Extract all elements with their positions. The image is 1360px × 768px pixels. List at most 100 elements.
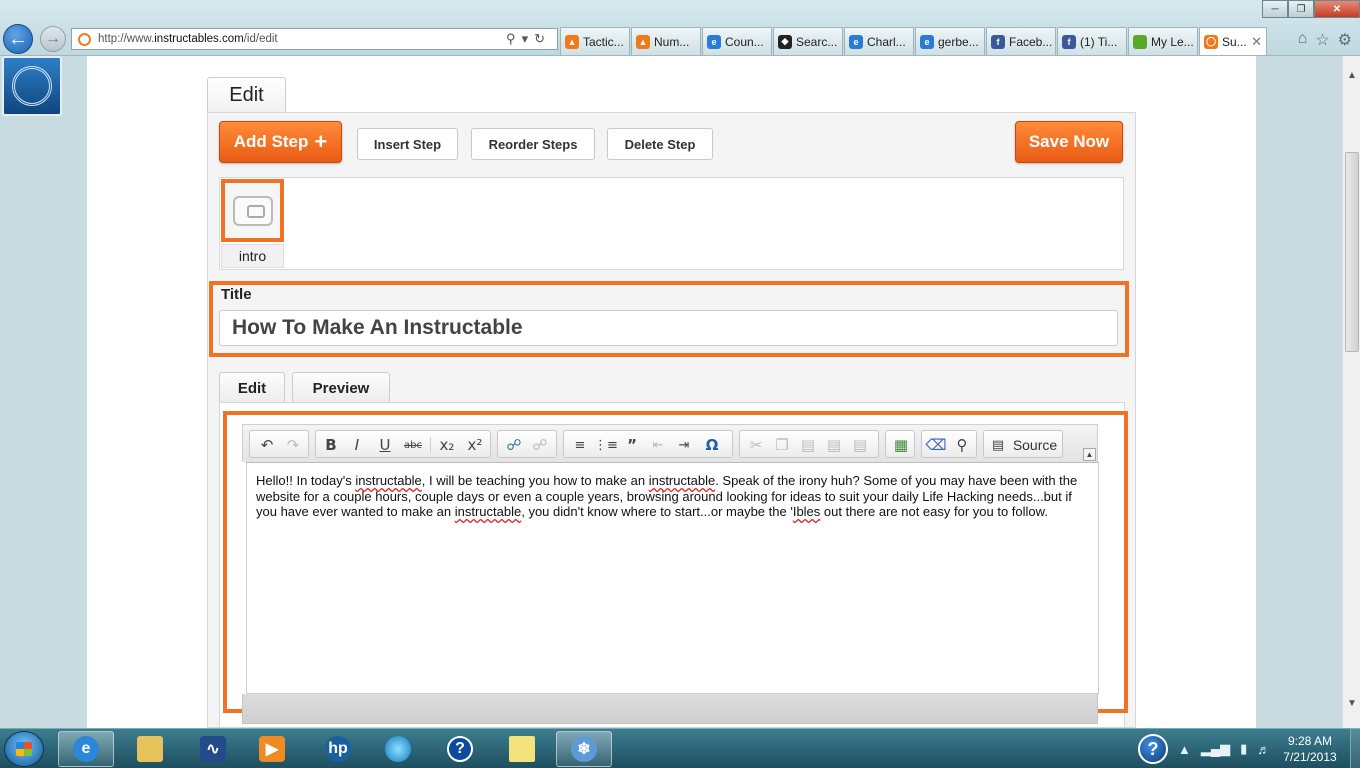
close-window-button[interactable]: ✕ (1314, 0, 1360, 18)
browser-tab[interactable]: ◆ Searc... (773, 27, 843, 55)
step-label-intro[interactable]: intro (221, 244, 284, 268)
tray-expand-icon[interactable]: ▲ (1178, 742, 1191, 757)
step-thumbnail-intro[interactable] (221, 179, 284, 242)
forward-button[interactable]: → (40, 26, 66, 52)
browser-tab[interactable]: ◯ Su... ✕ (1199, 27, 1267, 55)
browser-tab[interactable]: ▲ Tactic... (560, 27, 630, 55)
toolbar-group-tools: ⌫ ⚲ (921, 430, 977, 458)
scroll-down-icon[interactable]: ▼ (1347, 698, 1357, 709)
home-icon[interactable]: ⌂ (1298, 30, 1308, 50)
dropdown-icon[interactable]: ▾ (522, 31, 535, 46)
signal-icon[interactable]: ▂▄▆ (1201, 741, 1230, 757)
find-replace-icon[interactable]: ⚲ (952, 436, 972, 454)
fingerprint-icon (12, 66, 52, 106)
page-scrollbar[interactable]: ▲ ▼ (1342, 56, 1360, 728)
tab-edit[interactable]: Edit (219, 372, 285, 403)
browser-tab[interactable]: e Charl... (844, 27, 914, 55)
browser-tab[interactable]: e gerbe... (915, 27, 985, 55)
taskbar-snowflake[interactable]: ❄ (556, 731, 612, 767)
outdent-icon[interactable]: ⇤ (648, 436, 668, 454)
indent-icon[interactable]: ⇥ (674, 436, 694, 454)
taskbar-hp[interactable]: hp (310, 731, 366, 767)
copy-icon[interactable]: ❐ (772, 436, 792, 454)
taskbar-notes[interactable] (494, 731, 550, 767)
italic-icon[interactable]: I (348, 436, 366, 454)
search-icon[interactable]: ⚲ (506, 31, 522, 46)
redo-icon[interactable]: ↷ (284, 436, 302, 454)
top-edit-tab[interactable]: Edit (207, 77, 286, 113)
fingerprint-gadget[interactable] (2, 56, 62, 116)
close-tab-icon[interactable]: ✕ (1251, 34, 1262, 50)
scroll-thumb[interactable] (1345, 152, 1359, 352)
paste-text-icon[interactable]: ▤ (824, 436, 844, 454)
tray-help-icon[interactable]: ? (1138, 734, 1168, 764)
browser-toolbar-icons: ⌂ ☆ ⚙ (1298, 30, 1352, 50)
source-button[interactable]: ▤ Source (983, 430, 1063, 458)
reorder-steps-button[interactable]: Reorder Steps (471, 128, 595, 160)
start-button[interactable] (4, 731, 44, 767)
browser-tab[interactable]: My Le... (1128, 27, 1198, 55)
taskbar-ie[interactable]: e (58, 731, 114, 767)
taskbar-help[interactable]: ? (432, 731, 488, 767)
restore-button[interactable]: ❐ (1288, 0, 1314, 18)
taskbar-app-chart[interactable]: ∿ (185, 731, 241, 767)
add-step-label: Add Step (233, 132, 309, 151)
undo-icon[interactable]: ↶ (258, 436, 276, 454)
scroll-up-icon[interactable]: ▲ (1347, 70, 1357, 81)
browser-tab[interactable]: e Coun... (702, 27, 772, 55)
settings-gear-icon[interactable]: ⚙ (1338, 30, 1352, 50)
address-bar[interactable]: http://www.instructables.com/id/edit ⚲▾↻ (71, 28, 558, 50)
remove-format-icon[interactable]: ⌫ (925, 436, 946, 454)
table-icon[interactable]: ▦ (891, 436, 911, 454)
system-tray: ? ▲ ▂▄▆ ▮ ♬ (1138, 731, 1270, 767)
refresh-icon[interactable]: ↻ (534, 31, 551, 46)
browser-tab-label: Num... (654, 34, 690, 49)
instructables-favicon-icon (78, 32, 91, 46)
volume-icon[interactable]: ♬ (1257, 742, 1270, 757)
tab-preview[interactable]: Preview (292, 372, 390, 403)
subscript-icon[interactable]: x₂ (436, 436, 458, 454)
cut-icon[interactable]: ✂ (746, 436, 766, 454)
toolbar-group-paragraph: ≡ ⋮≡ ” ⇤ ⇥ Ω (563, 430, 733, 458)
bulleted-list-icon[interactable]: ⋮≡ (594, 436, 618, 454)
browser-tab[interactable]: f (1) Ti... (1057, 27, 1127, 55)
facebook-icon: f (991, 34, 1005, 49)
favorites-star-icon[interactable]: ☆ (1315, 30, 1329, 50)
unlink-icon[interactable]: ☍ (530, 436, 550, 454)
minimize-button[interactable]: ─ (1262, 0, 1288, 18)
taskbar-explorer[interactable] (122, 731, 178, 767)
browser-tab[interactable]: ▲ Num... (631, 27, 701, 55)
battery-icon[interactable]: ▮ (1240, 741, 1247, 757)
underline-icon[interactable]: U (376, 436, 394, 454)
superscript-icon[interactable]: x² (464, 436, 486, 454)
taskbar-globe[interactable] (370, 731, 426, 767)
blockquote-icon[interactable]: ” (622, 436, 642, 454)
clock[interactable]: 9:28 AM 7/21/2013 (1278, 733, 1342, 765)
insert-step-button[interactable]: Insert Step (357, 128, 458, 160)
editor-body[interactable]: Hello!! In today's instructable, I will … (246, 462, 1099, 694)
paste-word-icon[interactable]: ▤ (850, 436, 870, 454)
browser-chrome: ← → http://www.instructables.com/id/edit… (0, 0, 1360, 56)
editor-resize-bar[interactable] (242, 694, 1098, 724)
title-input[interactable]: How To Make An Instructable (219, 310, 1118, 346)
numbered-list-icon[interactable]: ≡ (570, 436, 590, 454)
show-desktop-button[interactable] (1350, 728, 1360, 768)
address-url[interactable]: http://www.instructables.com/id/edit (98, 33, 278, 45)
back-button[interactable]: ← (3, 24, 33, 54)
special-character-icon[interactable]: Ω (702, 436, 722, 454)
paste-icon[interactable]: ▤ (798, 436, 818, 454)
source-label: Source (1012, 437, 1058, 453)
delete-step-button[interactable]: Delete Step (607, 128, 713, 160)
collapse-toolbar-button[interactable]: ▲ (1083, 448, 1096, 461)
strikethrough-icon[interactable]: abc (402, 436, 424, 454)
browser-tabs: ▲ Tactic... ▲ Num... e Coun... ◆ Searc... e Charl… (560, 27, 1268, 55)
bold-icon[interactable]: B (322, 436, 340, 454)
browser-tab[interactable]: f Faceb... (986, 27, 1056, 55)
save-now-button[interactable]: Save Now (1015, 121, 1123, 163)
add-step-button[interactable]: Add Step + (219, 121, 342, 163)
taskbar-media[interactable]: ▶ (244, 731, 300, 767)
toolbar-group-format: B I U abc x₂ x² (315, 430, 491, 458)
link-icon[interactable]: ☍ (504, 436, 524, 454)
arrow-right-icon: → (45, 30, 61, 47)
browser-tab-label: Tactic... (583, 34, 624, 49)
